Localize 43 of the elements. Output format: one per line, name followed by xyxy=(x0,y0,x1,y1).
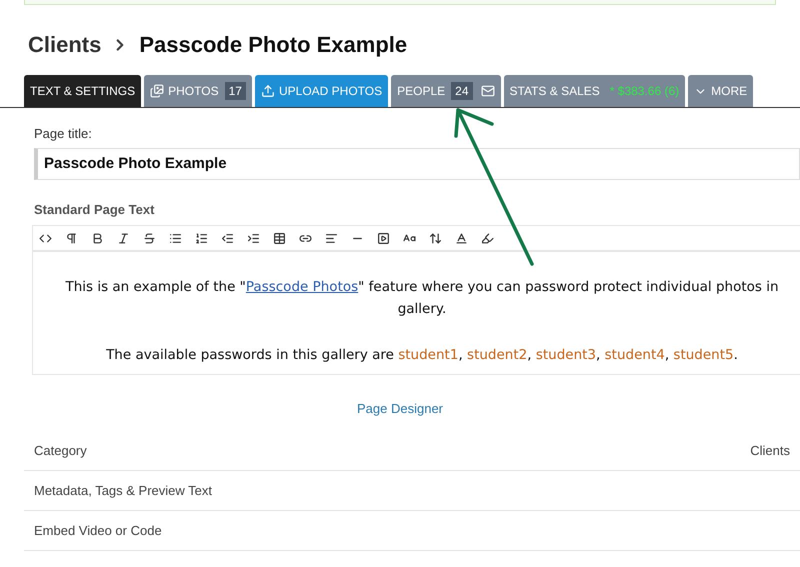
row-label: Embed Video or Code xyxy=(34,522,162,540)
page-heading: Passcode Photo Example xyxy=(139,31,408,59)
title-field[interactable]: Passcode Photo Example xyxy=(34,148,800,180)
line-height-icon[interactable] xyxy=(429,232,442,244)
upload-icon xyxy=(260,84,275,98)
count-badge: 17 xyxy=(224,82,246,100)
code-icon[interactable] xyxy=(39,232,52,244)
settings-row[interactable]: Category Clients xyxy=(24,431,800,471)
tab[interactable]: STATS & SALES * $383.66 (6) xyxy=(504,75,686,107)
outdent-icon[interactable] xyxy=(221,232,234,244)
field-label: Page title: xyxy=(34,125,93,143)
tab[interactable]: PHOTOS 17 xyxy=(144,75,252,107)
video-icon[interactable] xyxy=(377,232,390,244)
paragraph: This is an example of the "Passcode Photos" feature where you can password protect individual photos in gallery. xyxy=(64,278,780,319)
highlight-icon[interactable] xyxy=(481,232,494,244)
paragraph: The available passwords in this gallery are student1, student2, student3, student4, student5. xyxy=(105,346,739,365)
passcode-photos-link[interactable]: Passcode Photos xyxy=(246,279,358,295)
count-badge: 24 xyxy=(451,82,472,100)
row-label: Category xyxy=(34,442,87,460)
tab[interactable]: UPLOAD PHOTOS xyxy=(254,75,388,107)
settings-row[interactable]: Metadata, Tags & Preview Text xyxy=(24,471,800,511)
tab[interactable]: MORE xyxy=(688,75,754,107)
table-icon[interactable] xyxy=(273,232,286,244)
text-color-icon[interactable] xyxy=(455,232,468,244)
strikethrough-icon[interactable] xyxy=(143,232,156,244)
mail-icon xyxy=(480,84,494,98)
bold-icon[interactable] xyxy=(91,232,104,244)
indent-icon[interactable] xyxy=(247,232,260,244)
section-label: Standard Page Text xyxy=(34,200,156,219)
sales-total: * $383.66 (6) xyxy=(610,83,680,100)
page-designer-link[interactable]: Page Designer xyxy=(357,401,443,416)
row-label: Metadata, Tags & Preview Text xyxy=(34,482,212,500)
italic-icon[interactable] xyxy=(117,232,130,244)
row-value: Clients xyxy=(750,442,790,460)
numbered-list-icon[interactable] xyxy=(195,232,208,244)
bullet-list-icon[interactable] xyxy=(169,232,182,244)
align-left-icon[interactable] xyxy=(325,232,338,244)
paragraph-icon[interactable] xyxy=(65,232,78,244)
tab[interactable]: TEXT & SETTINGS xyxy=(24,75,142,107)
settings-row[interactable]: Embed Video or Code xyxy=(24,511,800,551)
photos-icon xyxy=(150,84,164,98)
breadcrumb-link[interactable]: Clients xyxy=(28,28,102,61)
tab[interactable]: PEOPLE 24 xyxy=(391,75,500,107)
